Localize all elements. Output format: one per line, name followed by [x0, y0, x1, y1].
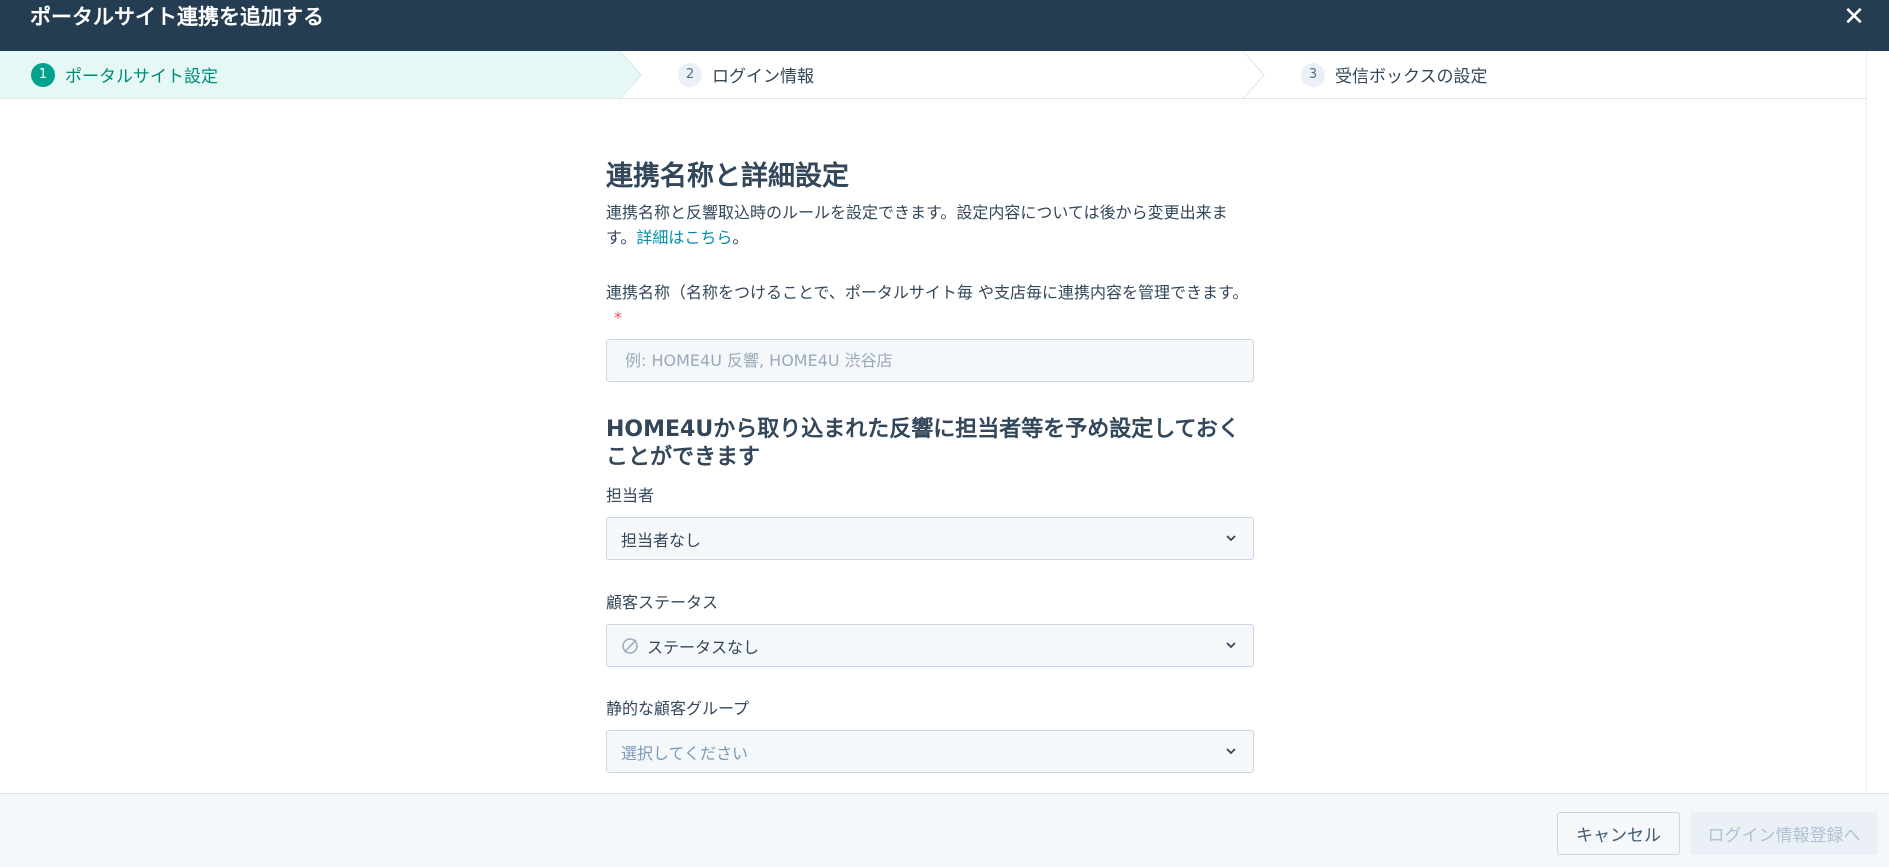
status-label: 顧客ステータス — [606, 593, 719, 612]
owner-label: 担当者 — [606, 486, 655, 505]
next-login-info-button[interactable]: ログイン情報登録へ — [1690, 812, 1878, 855]
owner-value: 担当者なし — [621, 530, 702, 550]
group-select[interactable]: 選択してください — [606, 730, 1254, 773]
connection-name-input[interactable] — [606, 339, 1254, 382]
step-number: 3 — [1301, 62, 1325, 87]
group-label: 静的な顧客グループ — [606, 699, 750, 718]
preset-section-title: HOME4Uから取り込まれた反響に担当者等を予め設定しておくことができます — [606, 417, 1240, 470]
owner-select[interactable]: 担当者なし — [606, 517, 1254, 560]
step-divider-2 — [1243, 51, 1265, 99]
close-icon[interactable]: ✕ — [1839, 2, 1869, 32]
step-label: ログイン情報 — [712, 67, 814, 87]
dialog-title: ポータルサイト連携を追加する — [30, 5, 324, 29]
step-inbox-settings[interactable]: 3 受信ボックスの設定 — [1301, 51, 1488, 98]
page-title: 連携名称と詳細設定 — [606, 161, 849, 192]
description: 連携名称と反響取込時のルールを設定できます。設定内容については後から変更出来ます… — [606, 200, 1254, 250]
cancel-button[interactable]: キャンセル — [1557, 812, 1680, 855]
dialog-header: ポータルサイト連携を追加する ✕ — [0, 0, 1889, 51]
step-portal-settings[interactable]: 1 ポータルサイト設定 — [31, 51, 218, 98]
step-number: 1 — [31, 62, 55, 87]
step-divider-1 — [620, 51, 642, 99]
group-placeholder: 選択してください — [621, 743, 749, 763]
chevron-down-icon — [1226, 748, 1236, 755]
stepper: 1 ポータルサイト設定 2 ログイン情報 3 受信ボックスの設定 — [0, 51, 1866, 99]
details-link[interactable]: 詳細はこちら — [636, 228, 732, 247]
name-field-label-text: 連携名称（名称をつけることで、ポータルサイト毎 や支店毎に連携内容を管理できます… — [606, 283, 1249, 302]
description-suffix: 。 — [732, 228, 749, 247]
chevron-down-icon — [1226, 642, 1236, 649]
no-status-icon — [622, 637, 638, 654]
step-number: 2 — [678, 62, 702, 87]
status-value: ステータスなし — [647, 637, 760, 657]
step-label: 受信ボックスの設定 — [1335, 67, 1488, 87]
scrollbar[interactable] — [1866, 51, 1889, 793]
required-mark: * — [614, 308, 622, 327]
step-label: ポータルサイト設定 — [65, 67, 218, 87]
status-select[interactable]: ステータスなし — [606, 624, 1254, 667]
chevron-down-icon — [1226, 535, 1236, 542]
step-login-info[interactable]: 2 ログイン情報 — [678, 51, 814, 98]
name-field-label: 連携名称（名称をつけることで、ポータルサイト毎 や支店毎に連携内容を管理できます… — [606, 280, 1254, 330]
dialog-footer: キャンセル ログイン情報登録へ — [0, 793, 1889, 867]
